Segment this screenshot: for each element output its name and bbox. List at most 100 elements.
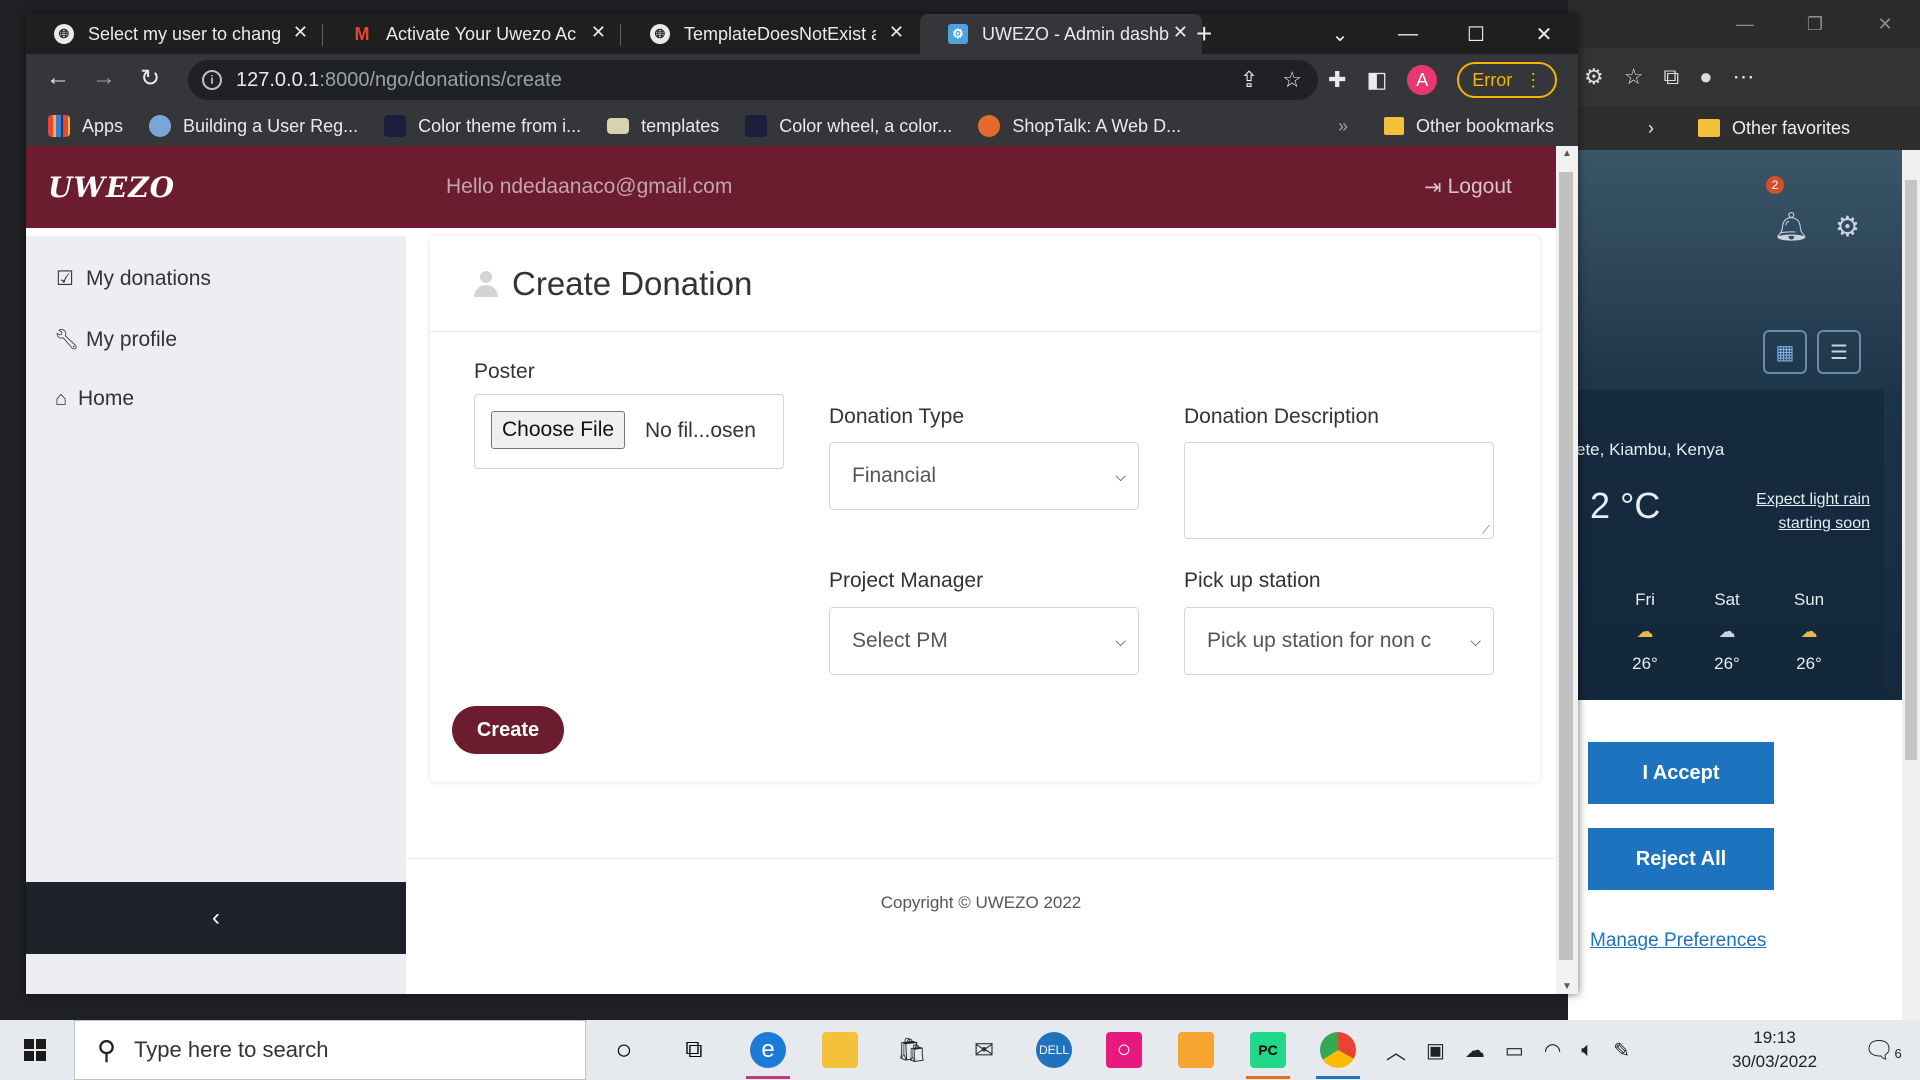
tab-uwezo-admin[interactable]: ⚙ UWEZO - Admin dashb ✕ xyxy=(920,14,1202,54)
close-icon[interactable]: ✕ xyxy=(1510,14,1578,54)
chrome-icon[interactable] xyxy=(1320,1032,1356,1068)
other-favorites[interactable]: Other favorites xyxy=(1732,118,1850,139)
restore-icon[interactable]: ❐ xyxy=(1780,0,1850,48)
close-icon[interactable]: ✕ xyxy=(1850,0,1920,48)
maximize-icon[interactable]: ☐ xyxy=(1442,14,1510,54)
donation-type-select[interactable]: Financial ⌵ xyxy=(829,442,1139,510)
minimize-icon[interactable]: — xyxy=(1374,14,1442,54)
other-bookmarks[interactable]: Other bookmarks xyxy=(1384,116,1554,137)
media-app-icon[interactable]: ○ xyxy=(1106,1032,1142,1068)
back-icon[interactable]: ← xyxy=(42,64,74,92)
taskbar-clock[interactable]: 19:13 30/03/2022 xyxy=(1732,1026,1817,1074)
choose-file-button[interactable]: Choose File xyxy=(491,411,626,449)
accept-cookies-button[interactable]: I Accept xyxy=(1588,742,1774,804)
more-vert-icon: ⋮ xyxy=(1524,69,1543,90)
page-scrollbar[interactable]: ▲ ▼ xyxy=(1556,146,1578,994)
chrome-window: 🌐︎ Select my user to chang ✕ M Activate … xyxy=(26,14,1578,994)
top-navbar: UWEZO Hello ndedaanaco@gmail.com ⇥ Logou… xyxy=(26,146,1556,228)
forecast-day: Sun xyxy=(1793,590,1825,609)
more-menu-icon[interactable]: ⋯ xyxy=(1732,64,1754,90)
file-explorer-icon[interactable] xyxy=(822,1032,858,1068)
profile-avatar[interactable]: A xyxy=(1407,65,1438,95)
project-manager-select[interactable]: Select PM ⌵ xyxy=(829,607,1139,675)
grid-view-icon[interactable]: ▦ xyxy=(1763,330,1807,374)
battery-icon[interactable]: ▭ xyxy=(1505,1038,1524,1063)
bookmark-color-wheel[interactable]: Color wheel, a color... xyxy=(745,115,952,137)
url-host: 127.0.0.1 xyxy=(236,68,320,91)
close-tab-icon[interactable]: ✕ xyxy=(1173,22,1188,43)
list-view-icon[interactable]: ☰ xyxy=(1817,330,1861,374)
tab-search-icon[interactable]: ⌄ xyxy=(1306,14,1374,54)
scroll-down-icon[interactable]: ▼ xyxy=(1562,981,1572,992)
address-bar[interactable]: i 127.0.0.1:8000/ngo/donations/create ⇪ … xyxy=(188,60,1318,100)
manage-preferences-link[interactable]: Manage Preferences xyxy=(1590,930,1766,952)
error-button[interactable]: Error ⋮ xyxy=(1457,62,1558,98)
cortana-icon[interactable]: ○ xyxy=(606,1032,642,1068)
taskbar-search[interactable]: ⚲ Type here to search xyxy=(74,1020,586,1080)
create-button[interactable]: Create xyxy=(452,706,564,754)
bookmark-user-reg[interactable]: Building a User Reg... xyxy=(149,115,358,137)
chevron-up-icon[interactable]: ︿ xyxy=(1386,1036,1406,1065)
close-tab-icon[interactable]: ✕ xyxy=(889,22,904,43)
forecast-days: Fri ☁ 26° Sat ☁ 26° Sun ☁ 26° xyxy=(1628,590,1826,674)
dell-icon[interactable]: DELL xyxy=(1036,1032,1072,1068)
sidebar-item-my-profile[interactable]: 🔧︎ My profile xyxy=(54,327,177,352)
donation-description-textarea[interactable]: ⟋ xyxy=(1184,442,1494,539)
meet-now-icon[interactable]: ▣ xyxy=(1426,1038,1445,1063)
scroll-up-icon[interactable]: ▲ xyxy=(1562,148,1572,159)
minimize-icon[interactable]: — xyxy=(1710,0,1780,48)
collections-icon[interactable]: ⧉ xyxy=(1663,64,1679,90)
sidebar-collapse-button[interactable]: ‹ xyxy=(26,882,406,954)
task-view-icon[interactable]: ⧉ xyxy=(676,1032,712,1068)
calendar-check-icon: ☑ xyxy=(56,268,74,290)
reject-cookies-button[interactable]: Reject All xyxy=(1588,828,1774,890)
mail-icon[interactable]: ✉ xyxy=(966,1032,1002,1068)
sidebar-item-my-donations[interactable]: ☑ My donations xyxy=(54,266,211,291)
brand-logo[interactable]: UWEZO xyxy=(48,171,175,204)
notification-center-icon[interactable]: 🗨︎6 xyxy=(1864,1036,1902,1065)
close-tab-icon[interactable]: ✕ xyxy=(591,22,606,43)
bookmark-templates[interactable]: templates xyxy=(607,116,719,137)
side-panel-icon[interactable]: ◧ xyxy=(1366,67,1387,93)
pycharm-icon[interactable]: PC xyxy=(1250,1032,1286,1068)
background-scrollbar[interactable] xyxy=(1902,150,1920,1020)
sidebar-item-home[interactable]: ⌂ Home xyxy=(50,387,134,411)
bookmark-star-icon[interactable]: ☆ xyxy=(1282,67,1302,93)
volume-icon[interactable]: 🔈︎ xyxy=(1581,1039,1593,1062)
chevron-right-icon[interactable]: › xyxy=(1648,118,1654,139)
resize-handle-icon[interactable]: ⟋ xyxy=(1482,523,1490,538)
wifi-icon[interactable]: ◠ xyxy=(1544,1038,1561,1063)
forward-icon[interactable]: → xyxy=(88,64,120,92)
reload-icon[interactable]: ↻ xyxy=(134,64,166,93)
share-icon[interactable]: ⇪ xyxy=(1240,67,1258,93)
sticky-notes-icon[interactable] xyxy=(1178,1032,1214,1068)
close-tab-icon[interactable]: ✕ xyxy=(293,22,308,43)
poster-file-input[interactable]: Choose File No fil...osen xyxy=(474,394,784,469)
bell-icon[interactable]: 🔔︎ xyxy=(1773,210,1809,243)
weather-alert[interactable]: Expect light rain starting soon xyxy=(1756,488,1870,536)
bookmark-color-theme[interactable]: Color theme from i... xyxy=(384,115,581,137)
windows-start-icon[interactable] xyxy=(24,1039,46,1061)
edge-browser-icon[interactable]: e xyxy=(750,1032,786,1068)
onedrive-error-icon[interactable]: ☁ xyxy=(1465,1038,1485,1063)
bookmark-shoptalk[interactable]: ShopTalk: A Web D... xyxy=(978,115,1181,137)
settings-gear-icon[interactable]: ⚙ xyxy=(1835,210,1860,243)
new-tab-button[interactable]: + xyxy=(1196,18,1212,50)
weather-temperature: 2 °C xyxy=(1590,485,1661,526)
bookmark-apps[interactable]: Apps xyxy=(48,115,123,137)
tab-activate-account[interactable]: M Activate Your Uwezo Ac ✕ xyxy=(324,14,620,54)
extensions-icon[interactable]: ⚙ xyxy=(1584,64,1604,90)
store-icon[interactable]: 🛍︎ xyxy=(894,1032,930,1068)
site-info-icon[interactable]: i xyxy=(202,70,222,90)
favorites-star-icon[interactable]: ☆ xyxy=(1624,64,1644,90)
web-page: UWEZO Hello ndedaanaco@gmail.com ⇥ Logou… xyxy=(26,146,1578,994)
pen-icon[interactable]: ✎ xyxy=(1613,1038,1630,1063)
pickup-station-select[interactable]: Pick up station for non c ⌵ xyxy=(1184,607,1494,675)
bookmarks-overflow-icon[interactable]: » xyxy=(1338,116,1348,137)
tab-template-error[interactable]: 🌐︎ TemplateDoesNotExist a ✕ xyxy=(622,14,918,54)
tab-select-user[interactable]: 🌐︎ Select my user to chang ✕ xyxy=(26,14,322,54)
logout-link[interactable]: ⇥ Logout xyxy=(1424,175,1512,200)
extensions-puzzle-icon[interactable]: ✚ xyxy=(1328,67,1346,93)
scrollbar-thumb[interactable] xyxy=(1559,172,1573,960)
profile-icon[interactable]: ● xyxy=(1699,64,1712,90)
